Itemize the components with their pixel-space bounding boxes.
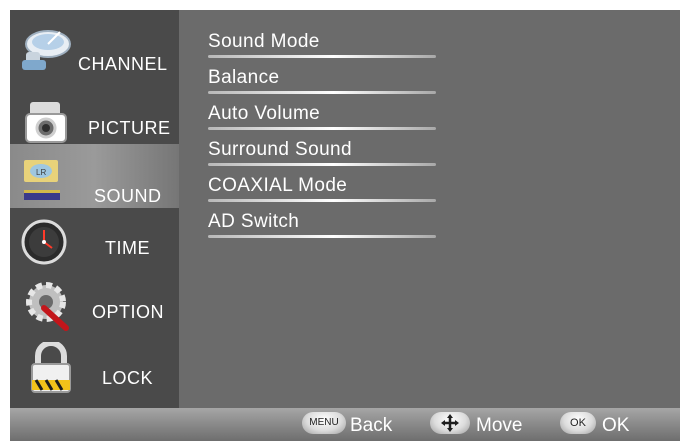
sidebar-item-lock[interactable]: LOCK (10, 340, 179, 404)
back-label: Back (350, 415, 393, 436)
move-hint[interactable]: Move (430, 412, 540, 438)
sidebar-item-time[interactable]: TIME (10, 216, 179, 278)
menu-key-icon: MENU (302, 412, 346, 434)
menu-item-ad-switch[interactable]: AD Switch (208, 211, 448, 245)
ok-key-icon: OK (560, 412, 596, 434)
sidebar-item-label: OPTION (92, 302, 165, 322)
sidebar-item-label: LOCK (102, 368, 154, 388)
camera-icon (18, 98, 70, 144)
tv-osd-menu: CHANNEL PICTURE LR SOUND TIME OPTION LOC… (10, 10, 680, 441)
menu-item-label: AD Switch (208, 211, 300, 232)
sidebar-item-label: TIME (105, 238, 150, 258)
menu-item-auto-volume[interactable]: Auto Volume (208, 103, 448, 137)
ok-label: OK (602, 415, 630, 436)
menu-item-sound-mode[interactable]: Sound Mode (208, 31, 448, 65)
sidebar-item-label: PICTURE (88, 118, 171, 138)
sound-menu-list: Sound Mode Balance Auto Volume Surround … (179, 10, 680, 408)
clock-icon (20, 218, 72, 265)
sidebar-item-sound[interactable]: LR SOUND (10, 144, 179, 208)
lock-icon (28, 340, 80, 393)
move-label: Move (476, 415, 523, 436)
menu-item-underline (208, 55, 436, 58)
menu-item-coaxial-mode[interactable]: COAXIAL Mode (208, 175, 448, 209)
sidebar-item-channel[interactable]: CHANNEL (10, 18, 179, 80)
menu-item-underline (208, 127, 436, 130)
menu-item-balance[interactable]: Balance (208, 67, 448, 101)
back-hint[interactable]: MENU Back (302, 412, 412, 438)
sidebar-item-option[interactable]: OPTION (10, 276, 179, 338)
ok-hint[interactable]: OK OK (560, 412, 670, 438)
sidebar-item-picture[interactable]: PICTURE (10, 90, 179, 152)
gear-icon (24, 280, 76, 331)
svg-text:LR: LR (36, 168, 46, 177)
sidebar-item-label: CHANNEL (78, 54, 168, 74)
sidebar: CHANNEL PICTURE LR SOUND TIME OPTION LOC… (10, 10, 179, 408)
menu-item-underline (208, 163, 436, 166)
sidebar-item-label: SOUND (94, 186, 162, 206)
bottom-hint-bar: MENU Back Move OK OK (10, 408, 680, 441)
menu-item-label: Balance (208, 67, 280, 88)
satellite-dish-icon (18, 26, 71, 72)
menu-item-label: COAXIAL Mode (208, 175, 348, 196)
menu-item-label: Auto Volume (208, 103, 321, 124)
menu-item-label: Surround Sound (208, 139, 352, 160)
menu-item-underline (208, 235, 436, 238)
arrows-icon (430, 412, 470, 434)
menu-item-surround-sound[interactable]: Surround Sound (208, 139, 448, 173)
menu-item-underline (208, 91, 436, 94)
menu-item-label: Sound Mode (208, 31, 320, 52)
speaker-icon: LR (24, 156, 76, 202)
menu-item-underline (208, 199, 436, 202)
